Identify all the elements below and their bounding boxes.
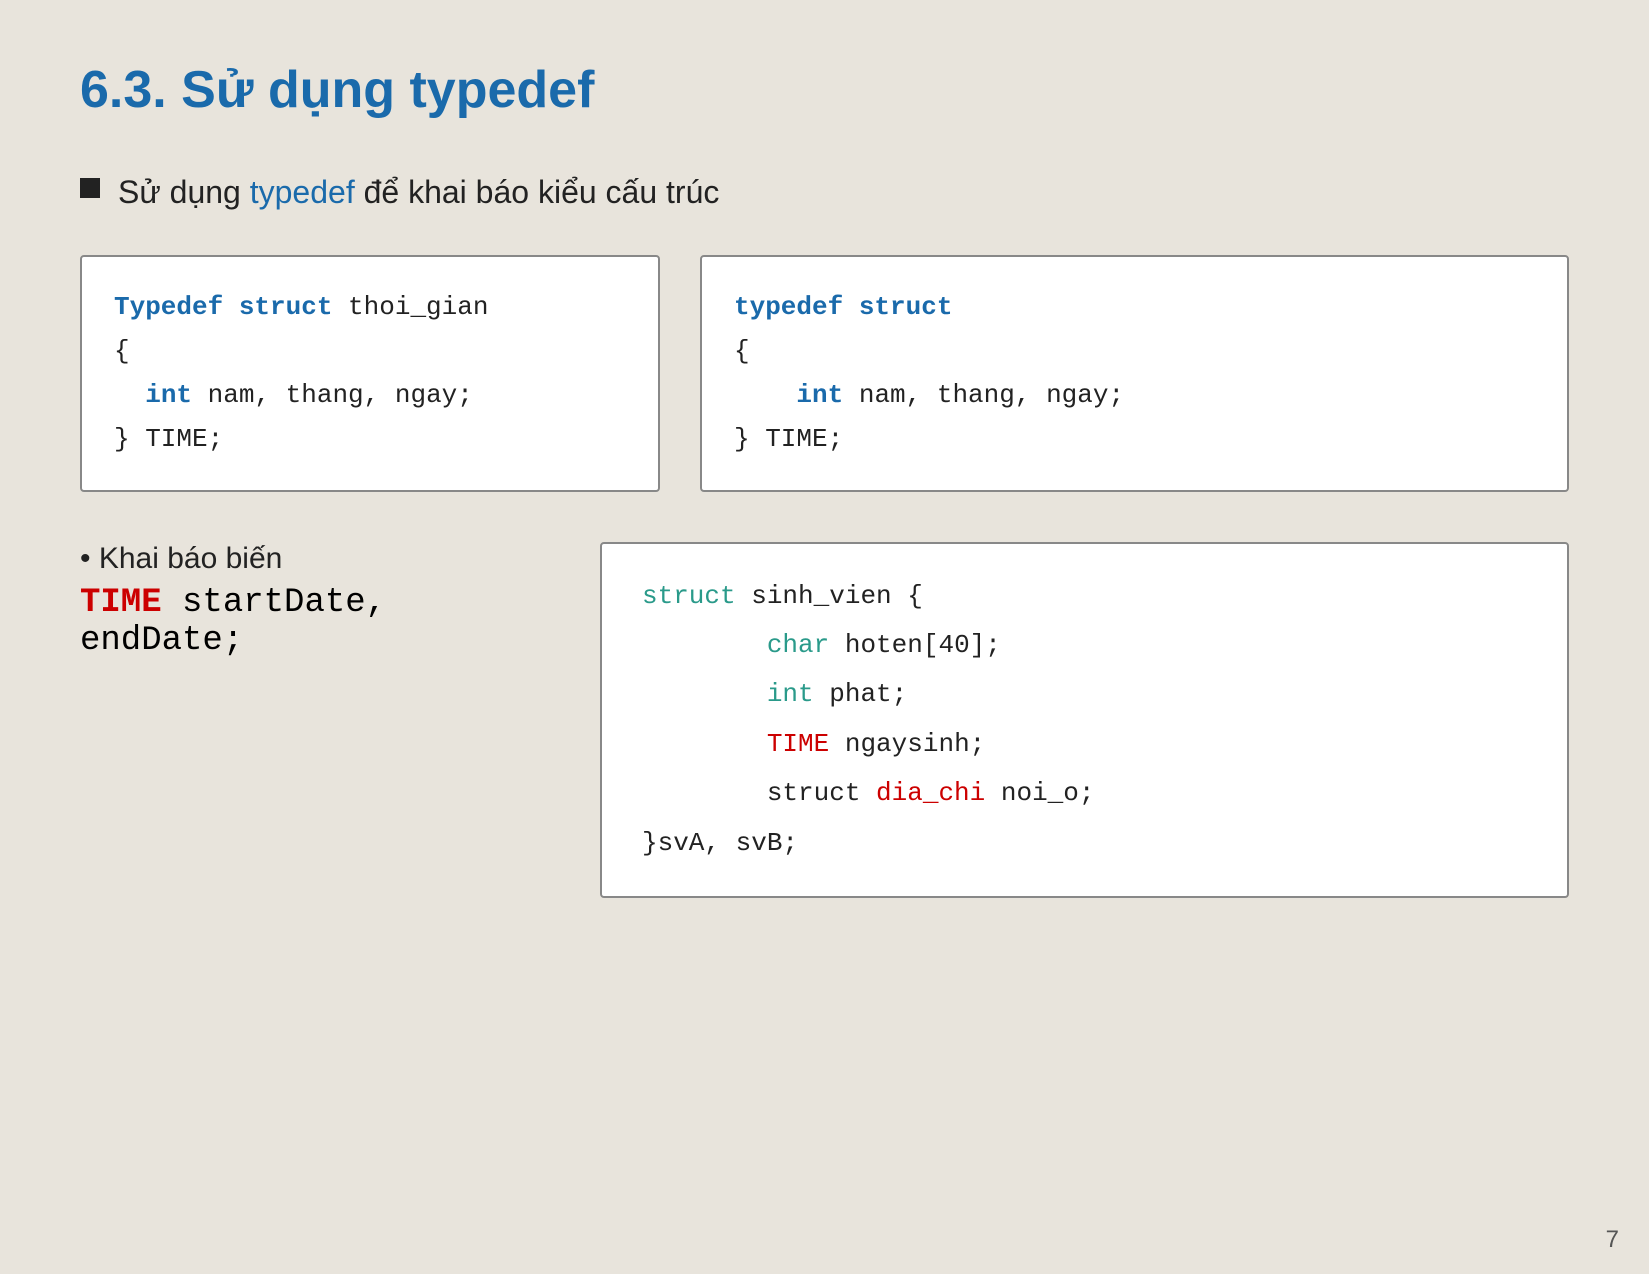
int-kw-struct: int	[767, 679, 814, 709]
dia-chi-kw: dia_chi	[876, 778, 985, 808]
typedef-struct-kw-right: typedef struct	[734, 292, 952, 322]
code-box-right: typedef struct { int nam, thang, ngay; }…	[700, 255, 1569, 492]
struct-line-3: int phat;	[642, 670, 1527, 719]
code-line-2: {	[114, 329, 626, 373]
code-line-4: } TIME;	[114, 417, 626, 461]
struct-name-left: thoi_gian	[332, 292, 488, 322]
code-line-3: int nam, thang, ngay;	[114, 373, 626, 417]
typedef-struct-kw-left: Typedef struct	[114, 292, 332, 322]
code-boxes-row: Typedef struct thoi_gian { int nam, than…	[80, 255, 1569, 492]
int-kw-right: int	[796, 380, 843, 410]
slide-title: 6.3. Sử dụng typedef	[80, 60, 1569, 120]
bullet-text: Sử dụng typedef để khai báo kiểu cấu trú…	[118, 170, 719, 215]
char-kw: char	[767, 630, 829, 660]
struct-line-2: char hoten[40];	[642, 621, 1527, 670]
struct-line-6: }svA, svB;	[642, 819, 1527, 868]
struct-line-4: TIME ngaysinh;	[642, 720, 1527, 769]
khai-bao-code: TIME startDate, endDate;	[80, 584, 560, 660]
code-box-left: Typedef struct thoi_gian { int nam, than…	[80, 255, 660, 492]
struct-line-5: struct dia_chi noi_o;	[642, 769, 1527, 818]
bullet-prefix: Sử dụng	[118, 174, 241, 210]
bullet-square-icon	[80, 178, 100, 198]
code-line-r4: } TIME;	[734, 417, 1535, 461]
struct-code-box: struct sinh_vien { char hoten[40]; int p…	[600, 542, 1569, 898]
bullet-keyword: typedef	[250, 174, 355, 210]
time-kw-struct: TIME	[767, 729, 829, 759]
bullet-suffix: để khai báo kiểu cấu trúc	[364, 174, 720, 210]
time-label: TIME	[80, 584, 162, 622]
code-line-r2: {	[734, 329, 1535, 373]
page-number: 7	[1606, 1226, 1619, 1254]
khai-bao-section: • Khai báo biến TIME startDate, endDate;	[80, 542, 560, 660]
struct-kw: struct	[642, 581, 736, 611]
code-line-r1: typedef struct	[734, 285, 1535, 329]
code-line-r3: int nam, thang, ngay;	[734, 373, 1535, 417]
code-line-1: Typedef struct thoi_gian	[114, 285, 626, 329]
struct-line-1: struct sinh_vien {	[642, 572, 1527, 621]
bullet-point: Sử dụng typedef để khai báo kiểu cấu trú…	[80, 170, 1569, 215]
int-kw-left: int	[145, 380, 192, 410]
khai-bao-title: • Khai báo biến	[80, 542, 560, 576]
lower-section: • Khai báo biến TIME startDate, endDate;…	[80, 542, 1569, 898]
